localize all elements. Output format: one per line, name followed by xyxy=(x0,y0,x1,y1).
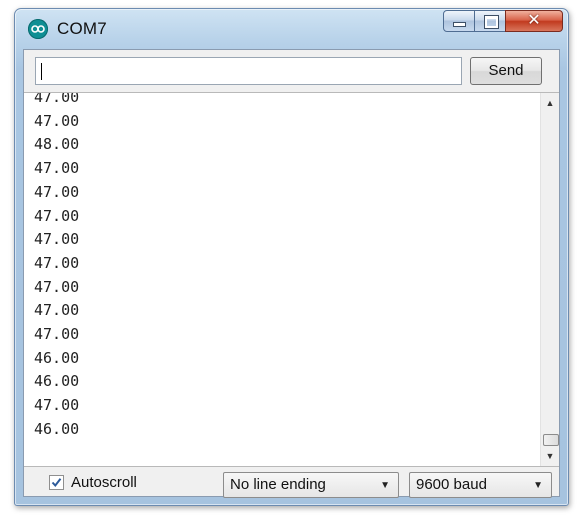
scroll-thumb[interactable] xyxy=(543,434,559,446)
text-caret xyxy=(41,63,42,80)
serial-monitor-window: COM7 ✕ Send 47.00 47.00 48.00 47.00 47.00 47.… xyxy=(14,8,569,506)
vertical-scrollbar[interactable]: ▲ ▼ xyxy=(540,93,559,466)
output-line: 47.00 xyxy=(34,301,80,320)
output-line: 47.00 xyxy=(34,277,80,296)
output-line: 47.00 xyxy=(34,159,80,178)
output-line: 46.00 xyxy=(34,372,80,391)
send-button[interactable]: Send xyxy=(470,57,542,85)
maximize-icon xyxy=(485,16,498,28)
output-line: 47.00 xyxy=(34,230,80,249)
output-lines: 47.00 47.00 48.00 47.00 47.00 47.00 47.00 47.00… xyxy=(34,92,80,442)
line-ending-select[interactable]: No line ending ▼ xyxy=(223,472,399,498)
window-title: COM7 xyxy=(57,19,107,38)
send-input[interactable] xyxy=(35,57,462,85)
close-button[interactable]: ✕ xyxy=(505,10,563,32)
line-ending-value: No line ending xyxy=(230,476,326,493)
output-line: 47.00 xyxy=(34,396,80,415)
window-controls: ✕ xyxy=(443,10,563,32)
output-line: 47.00 xyxy=(34,206,80,225)
output-line: 47.00 xyxy=(34,92,80,106)
output-line: 46.00 xyxy=(34,348,80,367)
baud-rate-select[interactable]: 9600 baud ▼ xyxy=(409,472,552,498)
autoscroll-checkbox[interactable] xyxy=(49,475,64,490)
autoscroll-label: Autoscroll xyxy=(71,474,137,491)
serial-monitor-client: Send 47.00 47.00 48.00 47.00 47.00 47.00 47.00… xyxy=(23,49,560,498)
bottom-bar: Autoscroll No line ending ▼ 9600 baud ▼ xyxy=(24,466,559,498)
maximize-button[interactable] xyxy=(474,10,506,32)
chevron-down-icon: ▼ xyxy=(380,480,390,491)
output-line: 48.00 xyxy=(34,135,80,154)
baud-rate-value: 9600 baud xyxy=(416,476,487,493)
minimize-button[interactable] xyxy=(443,10,475,32)
serial-output[interactable]: 47.00 47.00 48.00 47.00 47.00 47.00 47.00 47.00… xyxy=(24,92,559,467)
output-line: 47.00 xyxy=(34,253,80,272)
checkmark-icon xyxy=(51,478,62,488)
scroll-up-icon[interactable]: ▲ xyxy=(541,94,559,112)
output-line: 47.00 xyxy=(34,325,80,344)
title-bar[interactable]: COM7 ✕ xyxy=(15,9,568,49)
minimize-icon xyxy=(454,23,465,26)
scroll-down-icon[interactable]: ▼ xyxy=(541,447,559,465)
chevron-down-icon: ▼ xyxy=(533,480,543,491)
arduino-icon xyxy=(28,19,48,39)
output-line: 47.00 xyxy=(34,111,80,130)
close-icon: ✕ xyxy=(527,12,541,29)
output-line: 46.00 xyxy=(34,419,80,438)
output-line: 47.00 xyxy=(34,182,80,201)
